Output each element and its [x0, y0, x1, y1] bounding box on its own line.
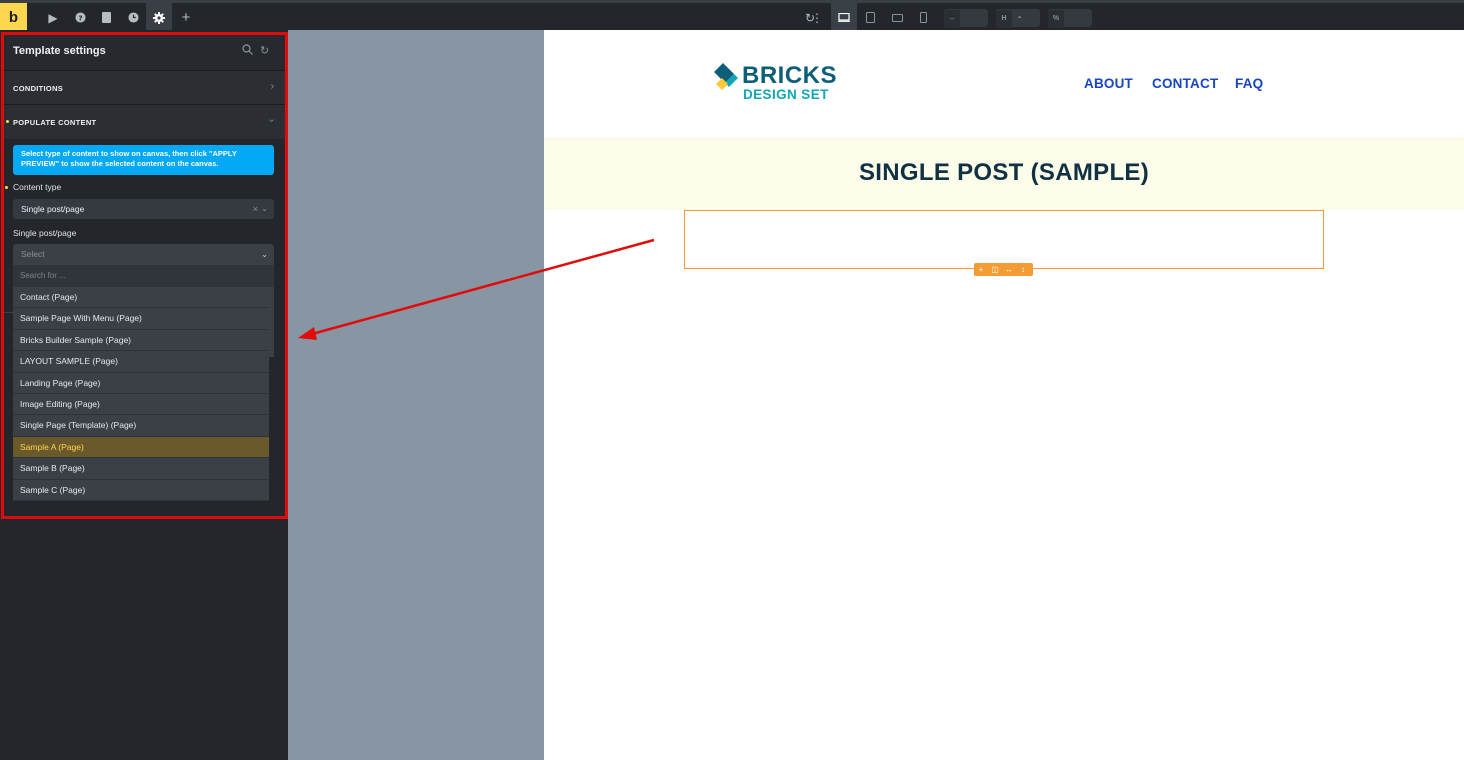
- desktop-icon[interactable]: [831, 3, 857, 33]
- canvas-background: [288, 30, 544, 760]
- top-toolbar: b ▶ ? + ↻ ⋮ ↔1380 H-: [0, 0, 1464, 42]
- width-icon: ↔: [944, 10, 960, 28]
- site-logo[interactable]: BRICKS DESIGN SET: [714, 62, 844, 104]
- list-item[interactable]: Contact (Page): [13, 287, 269, 309]
- canvas-page: BRICKS DESIGN SET ABOUT CONTACT FAQ SING…: [544, 30, 1464, 760]
- list-item[interactable]: Bricks Builder Sample (Page): [13, 330, 269, 352]
- list-item[interactable]: Single Page (Template) (Page): [13, 415, 269, 437]
- panel-header: Template settings ↻: [4, 35, 285, 71]
- logo-mark-icon: [714, 63, 738, 90]
- logo-text-secondary: DESIGN SET: [743, 87, 829, 102]
- select-placeholder: Select: [21, 249, 45, 259]
- search-placeholder: Search for ...: [20, 271, 66, 280]
- hero-section[interactable]: SINGLE POST (SAMPLE): [544, 137, 1464, 210]
- list-item-selected[interactable]: Sample A (Page): [13, 436, 269, 459]
- content-type-indicator: [5, 186, 8, 189]
- dropdown-search-input[interactable]: Search for ...: [13, 265, 274, 287]
- tablet-portrait-icon[interactable]: [857, 3, 883, 33]
- columns-icon[interactable]: ◫: [988, 263, 1002, 276]
- page-title: SINGLE POST (SAMPLE): [858, 159, 1149, 186]
- dropdown-scrollbar[interactable]: [269, 287, 274, 357]
- height-label: H: [996, 10, 1012, 28]
- pages-icon[interactable]: [93, 3, 119, 33]
- chevron-down-icon: ⌄: [261, 250, 268, 259]
- bricks-builder: b ▶ ? + ↻ ⋮ ↔1380 H-: [0, 0, 1464, 760]
- dropdown-list: Contact (Page) Sample Page With Menu (Pa…: [13, 287, 269, 501]
- element-toolbar: + ◫ ↔ ↕: [974, 263, 1033, 276]
- list-item[interactable]: Sample Page With Menu (Page): [13, 308, 269, 330]
- conditions-label: CONDITIONS: [13, 84, 64, 93]
- conditions-section[interactable]: CONDITIONS ›: [4, 71, 285, 105]
- list-item[interactable]: Image Editing (Page): [13, 394, 269, 416]
- reset-icon[interactable]: ↻: [260, 44, 269, 57]
- nav-about[interactable]: ABOUT: [1084, 76, 1133, 91]
- content-type-label: Content type: [13, 182, 62, 192]
- divider: [4, 312, 13, 313]
- zoom-field[interactable]: %100: [1048, 9, 1092, 42]
- width-field[interactable]: ↔1380: [944, 9, 988, 42]
- info-message: Select type of content to show on canvas…: [13, 145, 274, 175]
- clear-icon[interactable]: ×: [253, 199, 258, 219]
- height-field[interactable]: H-: [996, 9, 1040, 28]
- list-item[interactable]: LAYOUT SAMPLE (Page): [13, 351, 269, 373]
- panel-title: Template settings: [13, 45, 106, 57]
- list-item[interactable]: Sample C (Page): [13, 480, 269, 501]
- search-icon[interactable]: [242, 44, 253, 58]
- pointer-icon[interactable]: ▶: [40, 3, 66, 33]
- history-icon[interactable]: [120, 3, 146, 33]
- nav-faq[interactable]: FAQ: [1235, 76, 1263, 91]
- logo-text-primary: BRICKS: [742, 62, 838, 89]
- chevron-right-icon: ›: [270, 81, 274, 92]
- single-post-label: Single post/page: [13, 228, 77, 238]
- height-value: -: [1018, 12, 1022, 23]
- svg-text:?: ?: [78, 13, 82, 22]
- resize-vertical-icon[interactable]: ↕: [1016, 263, 1030, 276]
- selected-section[interactable]: [684, 210, 1324, 269]
- add-icon[interactable]: +: [173, 3, 199, 33]
- list-item[interactable]: Landing Page (Page): [13, 373, 269, 394]
- bricks-logo[interactable]: b: [0, 3, 27, 33]
- add-element-icon[interactable]: +: [974, 263, 988, 276]
- content-type-select[interactable]: Single post/page × ⌄: [13, 199, 274, 219]
- zoom-label: %: [1048, 10, 1064, 28]
- nav-contact[interactable]: CONTACT: [1152, 76, 1218, 91]
- settings-icon[interactable]: [146, 3, 172, 33]
- populate-content-label: POPULATE CONTENT: [13, 118, 97, 127]
- populate-content-section[interactable]: POPULATE CONTENT ›: [4, 105, 285, 139]
- mobile-landscape-icon[interactable]: [884, 3, 910, 33]
- mobile-portrait-icon[interactable]: [910, 3, 936, 33]
- chevron-down-icon: ⌄: [261, 204, 268, 213]
- single-post-select[interactable]: Select ⌄: [13, 244, 274, 265]
- chevron-down-icon: ›: [265, 118, 277, 123]
- more-icon[interactable]: ⋮: [810, 3, 824, 33]
- modified-indicator: [6, 120, 9, 123]
- resize-horizontal-icon[interactable]: ↔: [1002, 263, 1016, 276]
- content-type-value: Single post/page: [21, 204, 85, 214]
- help-icon[interactable]: ?: [67, 3, 93, 33]
- list-item[interactable]: Sample B (Page): [13, 458, 269, 480]
